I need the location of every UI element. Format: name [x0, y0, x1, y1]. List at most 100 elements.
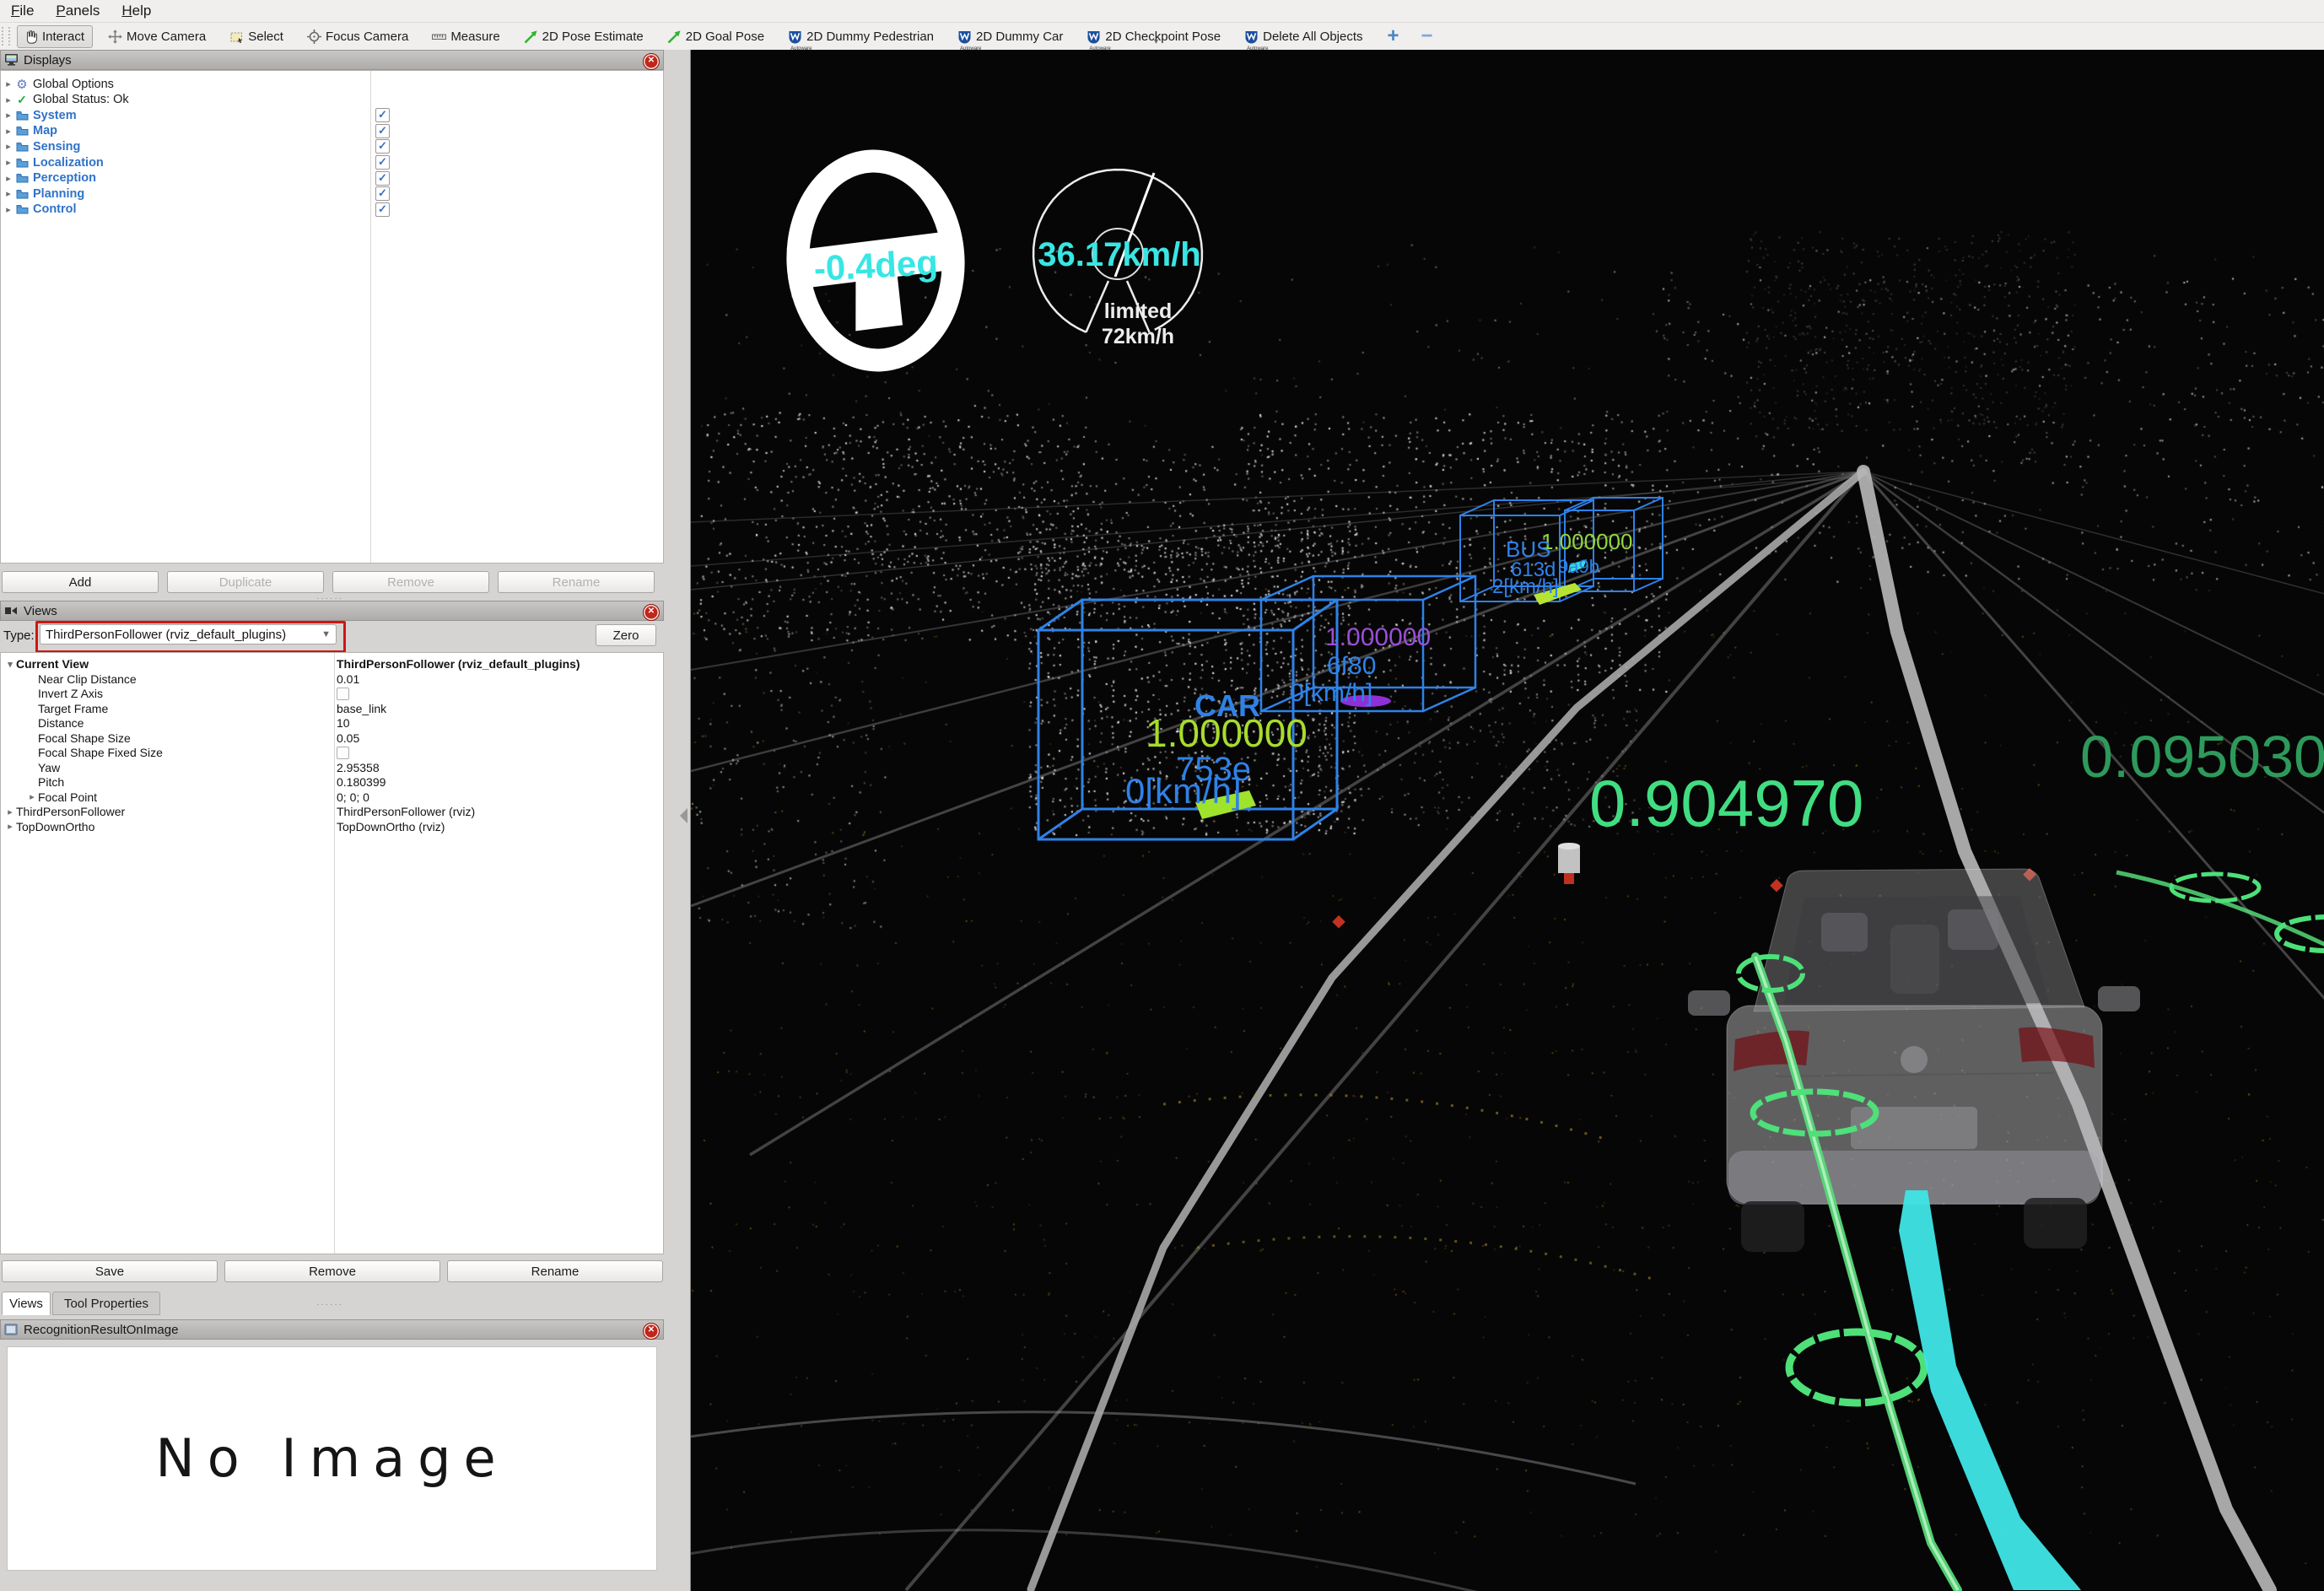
- detection-id-label: 9a9b: [1558, 556, 1599, 577]
- splitter-handle[interactable]: ······: [316, 1300, 343, 1309]
- zero-button[interactable]: Zero: [596, 624, 656, 646]
- autoware-icon: Autoware: [957, 29, 973, 45]
- view-type-label: Type:: [3, 628, 35, 643]
- tool-2d-goal-pose[interactable]: 2D Goal Pose: [661, 25, 773, 48]
- remove-tool-button[interactable]: −: [1421, 24, 1433, 48]
- displays-row-localization[interactable]: ▸ Localization: [3, 154, 104, 170]
- tool-2d-dummy-pedestrian[interactable]: Autoware2D Dummy Pedestrian: [781, 25, 942, 48]
- display-enabled-checkbox[interactable]: ✓: [375, 202, 390, 217]
- menu-item-file[interactable]: File: [0, 2, 45, 20]
- expand-arrow-icon[interactable]: ▸: [3, 78, 14, 89]
- toolbar-handle[interactable]: [2, 27, 10, 46]
- views-row-target-frame[interactable]: Target Frame: [26, 701, 108, 716]
- display-enabled-checkbox[interactable]: ✓: [375, 108, 390, 122]
- close-icon[interactable]: ✕: [643, 1323, 660, 1340]
- recognition-image-area: No Image: [7, 1346, 657, 1571]
- views-row-value[interactable]: 0.05: [337, 731, 359, 746]
- displays-row-perception[interactable]: ▸Perception: [3, 170, 96, 186]
- views-row-value[interactable]: 0; 0; 0: [337, 790, 369, 805]
- menu-item-panels[interactable]: Panels: [45, 2, 111, 20]
- property-checkbox[interactable]: [337, 688, 349, 700]
- views-row-value: ThirdPersonFollower (rviz_default_plugin…: [337, 656, 580, 671]
- save-button[interactable]: Save: [2, 1260, 218, 1282]
- expand-arrow-icon[interactable]: ▸: [3, 173, 14, 184]
- tool-label: Focus Camera: [326, 30, 408, 44]
- expand-arrow-icon[interactable]: ▸: [3, 157, 14, 168]
- add-button[interactable]: Add: [2, 571, 159, 593]
- views-row-topdownortho[interactable]: ▸TopDownOrtho: [4, 819, 94, 834]
- property-checkbox[interactable]: [337, 747, 349, 759]
- expand-arrow-icon[interactable]: ▸: [3, 126, 14, 137]
- views-panel-title: Views: [24, 604, 57, 618]
- close-icon[interactable]: ✕: [643, 53, 660, 70]
- tool-move-camera[interactable]: Move Camera: [101, 25, 214, 48]
- add-tool-button[interactable]: +: [1388, 24, 1399, 48]
- views-row-thirdpersonfollower[interactable]: ▸ThirdPersonFollower: [4, 804, 125, 819]
- tool-measure[interactable]: Measure: [425, 25, 508, 48]
- views-row-yaw[interactable]: Yaw: [26, 760, 60, 775]
- views-row-focal-shape-size[interactable]: Focal Shape Size: [26, 731, 131, 746]
- toolbar-overflow-icon[interactable]: ▾: [1154, 37, 1158, 46]
- expand-arrow-icon[interactable]: ▸: [3, 110, 14, 121]
- pose-arrow-icon: [523, 29, 539, 45]
- views-row-distance[interactable]: Distance: [26, 715, 84, 731]
- view-type-dropdown[interactable]: ThirdPersonFollower (rviz_default_plugin…: [40, 624, 337, 644]
- detection-velocity-label: 2[km/h]: [1492, 575, 1559, 598]
- displays-row-planning[interactable]: ▸ Planning: [3, 186, 84, 202]
- expand-arrow-icon[interactable]: ▸: [3, 94, 14, 105]
- tool-focus-camera[interactable]: Focus Camera: [300, 25, 417, 48]
- views-row-value[interactable]: 0.01: [337, 671, 359, 687]
- display-enabled-checkbox[interactable]: ✓: [375, 171, 390, 186]
- displays-row-map[interactable]: ▸Map: [3, 123, 57, 139]
- rename-button[interactable]: Rename: [447, 1260, 663, 1282]
- displays-row-system[interactable]: ▸System: [3, 107, 77, 123]
- views-row-value[interactable]: ThirdPersonFollower (rviz): [337, 804, 475, 819]
- views-row-value[interactable]: 10: [337, 715, 350, 731]
- tool-2d-pose-estimate[interactable]: 2D Pose Estimate: [517, 25, 652, 48]
- views-row-value[interactable]: [337, 745, 349, 760]
- expand-arrow-icon[interactable]: ▸: [3, 141, 14, 152]
- lane-line: [691, 472, 1863, 590]
- panel-collapse-arrow-icon[interactable]: [680, 808, 687, 823]
- views-row-focal-point[interactable]: ▸Focal Point: [26, 790, 97, 805]
- views-row-value[interactable]: 0.180399: [337, 774, 386, 790]
- rviz-window: FilePanelsHelp Interact Move Camera Select…: [0, 0, 2324, 1591]
- row-label: Localization: [33, 156, 104, 170]
- row-label: Planning: [33, 187, 84, 201]
- displays-tree: ▸⚙Global Options▸✓Global Status: Ok▸Syst…: [0, 70, 664, 564]
- displays-row-global-status-ok[interactable]: ▸✓Global Status: Ok: [3, 92, 129, 108]
- views-row-pitch[interactable]: Pitch: [26, 774, 64, 790]
- tab-tool-properties[interactable]: Tool Properties: [52, 1292, 160, 1315]
- display-enabled-checkbox[interactable]: ✓: [375, 186, 390, 201]
- views-row-invert-z-axis[interactable]: Invert Z Axis: [26, 686, 103, 701]
- tool-2d-dummy-car[interactable]: Autoware2D Dummy Car: [951, 25, 1071, 48]
- displays-row-sensing[interactable]: ▸Sensing: [3, 138, 80, 154]
- 3d-viewport[interactable]: CAR1.000000753e0[km/h]1.0000006f800[km/h…: [690, 50, 2324, 1591]
- views-row-value[interactable]: TopDownOrtho (rviz): [337, 819, 445, 834]
- display-enabled-checkbox[interactable]: ✓: [375, 139, 390, 154]
- views-row-value[interactable]: [337, 686, 349, 701]
- hand-icon: [23, 29, 39, 45]
- views-row-current-view[interactable]: ▾Current View: [4, 656, 89, 671]
- gear-icon: ⚙: [14, 77, 30, 92]
- display-enabled-checkbox[interactable]: ✓: [375, 155, 390, 170]
- displays-row-control[interactable]: ▸Control: [3, 202, 77, 218]
- views-row-value[interactable]: 2.95358: [337, 760, 380, 775]
- tool-label: Interact: [42, 30, 84, 44]
- expand-arrow-icon[interactable]: ▸: [3, 188, 14, 199]
- tab-views[interactable]: Views: [2, 1292, 51, 1315]
- remove-button[interactable]: Remove: [224, 1260, 440, 1282]
- display-enabled-checkbox[interactable]: ✓: [375, 124, 390, 138]
- views-row-near-clip-distance[interactable]: Near Clip Distance: [26, 671, 137, 687]
- expand-arrow-icon[interactable]: ▸: [3, 204, 14, 215]
- tool-interact[interactable]: Interact: [17, 25, 93, 48]
- close-icon[interactable]: ✕: [643, 604, 660, 621]
- tool-select[interactable]: Select: [223, 25, 292, 48]
- views-row-value[interactable]: base_link: [337, 701, 386, 716]
- tool-delete-all-objects[interactable]: AutowareDelete All Objects: [1237, 25, 1371, 48]
- recognition-panel-header: RecognitionResultOnImage ✕: [0, 1319, 664, 1340]
- row-label: Global Status: Ok: [33, 93, 129, 106]
- views-row-focal-shape-fixed-size[interactable]: Focal Shape Fixed Size: [26, 745, 163, 760]
- menu-item-help[interactable]: Help: [111, 2, 162, 20]
- displays-row-global-options[interactable]: ▸⚙Global Options: [3, 76, 114, 92]
